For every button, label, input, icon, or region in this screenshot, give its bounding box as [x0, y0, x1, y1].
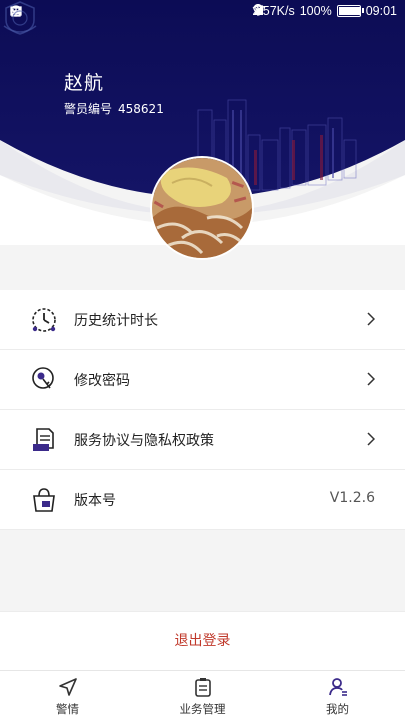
status-bar: 2.57K/s 100% 09:01 [0, 0, 405, 24]
avatar[interactable] [152, 158, 252, 258]
menu-label-version: 版本号 [74, 493, 116, 509]
clock-stats-icon [32, 308, 56, 332]
bag-icon [33, 488, 55, 512]
officer-id-value: 458621 [118, 102, 164, 116]
chevron-right-icon [367, 312, 375, 326]
nav-item-business[interactable]: 业务管理 [135, 671, 270, 721]
officer-id: 警员编号 458621 [64, 100, 164, 117]
user-icon [328, 678, 347, 696]
settings-menu: 历史统计时长 修改密码 服务协议与隐私权政策 版本号 V1.2.6 [0, 290, 405, 530]
chevron-right-icon [367, 432, 375, 446]
clipboard-icon [194, 678, 211, 697]
nav-label-business: 业务管理 [179, 702, 226, 716]
nav-item-alerts[interactable]: 警情 [0, 671, 135, 721]
menu-item-version: 版本号 V1.2.6 [0, 470, 405, 530]
officer-id-label: 警员编号 [64, 102, 113, 116]
clock-time: 09:01 [365, 4, 397, 18]
signal-icon [253, 5, 264, 15]
nav-label-mine: 我的 [326, 702, 349, 716]
user-name: 赵航 [64, 72, 105, 94]
menu-label-password: 修改密码 [74, 373, 130, 389]
police-emblem-icon [3, 1, 37, 35]
menu-label-agreement: 服务协议与隐私权政策 [74, 433, 214, 449]
key-icon [32, 367, 54, 389]
avatar-image [152, 158, 252, 258]
nav-label-alerts: 警情 [56, 702, 79, 716]
bottom-nav: 警情 业务管理 我的 [0, 670, 405, 721]
menu-item-history-duration[interactable]: 历史统计时长 [0, 290, 405, 350]
menu-label-history: 历史统计时长 [74, 313, 158, 329]
battery-icon [336, 5, 364, 17]
menu-item-service-agreement[interactable]: 服务协议与隐私权政策 [0, 410, 405, 470]
battery-percent: 100% [299, 4, 332, 18]
logout-button[interactable]: 退出登录 [0, 611, 405, 670]
send-icon [58, 678, 77, 696]
menu-item-change-password[interactable]: 修改密码 [0, 350, 405, 410]
version-value: V1.2.6 [329, 490, 375, 506]
document-icon [33, 428, 54, 451]
nav-item-mine[interactable]: 我的 [270, 671, 405, 721]
chevron-right-icon [367, 372, 375, 386]
